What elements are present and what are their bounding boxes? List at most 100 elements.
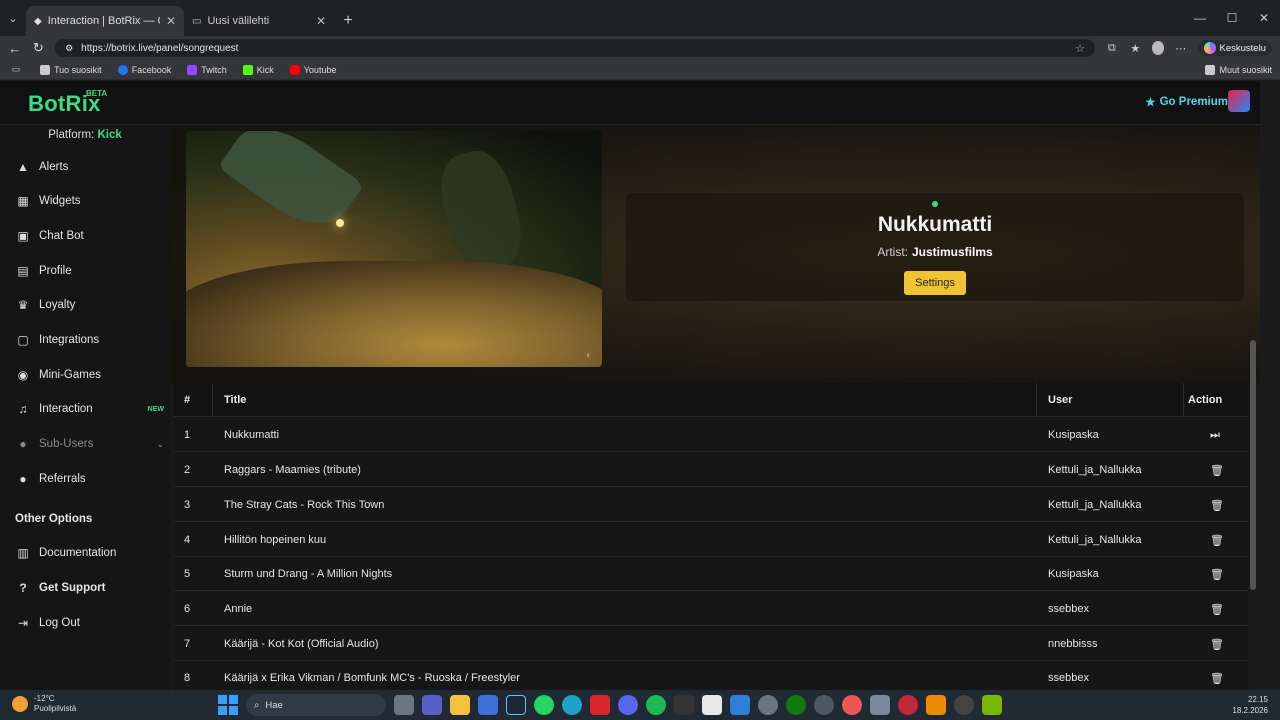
cell-number: 4 xyxy=(184,534,191,546)
video-watermark-icon: ◐ xyxy=(585,350,592,361)
sidebar-item-interaction[interactable]: ♫ Interaction NEW xyxy=(16,402,165,416)
delete-trash-icon[interactable]: 🗑 xyxy=(1210,464,1224,477)
app-l-icon[interactable] xyxy=(590,695,610,715)
folder-icon xyxy=(1205,64,1216,75)
sidebar-item-mini-games[interactable]: ◉ Mini-Games xyxy=(16,368,164,382)
go-premium-button[interactable]: ★ Go Premium xyxy=(1145,95,1228,109)
column-header-number: # xyxy=(184,394,191,406)
nvidia-icon[interactable] xyxy=(982,695,1002,715)
sidebar-item-profile[interactable]: ▤ Profile xyxy=(16,264,164,278)
grid-icon: ▦ xyxy=(17,194,29,208)
search-icon: ⌕ xyxy=(254,699,260,711)
xbox-icon[interactable] xyxy=(786,695,806,715)
sidebar-item-chat-bot[interactable]: ▣ Chat Bot xyxy=(16,229,164,243)
settings-gear-icon[interactable] xyxy=(758,695,778,715)
store-icon[interactable] xyxy=(478,695,498,715)
kick-icon xyxy=(242,64,253,75)
task-view-icon[interactable] xyxy=(394,695,414,715)
bookmark-import[interactable]: Tuo suosikit xyxy=(40,64,102,75)
tab-inactive[interactable]: ▭ Uusi välilehti ✕ xyxy=(184,6,334,36)
minimize-icon[interactable]: — xyxy=(1184,0,1216,36)
sidebar-item-loyalty[interactable]: ♛ Loyalty xyxy=(16,298,164,312)
bookmark-star-icon[interactable]: ☆ xyxy=(1075,42,1085,55)
video-player[interactable]: ◐ xyxy=(186,131,602,367)
url-field[interactable]: ⚙ https://botrix.live/panel/songrequest … xyxy=(55,39,1096,57)
sidebar-item-referrals[interactable]: ● Referrals xyxy=(16,472,164,486)
system-clock[interactable]: 22.15 18.2.2026 xyxy=(1232,694,1268,716)
gear-app-icon[interactable] xyxy=(870,695,890,715)
delete-trash-icon[interactable]: 🗑 xyxy=(1210,499,1224,512)
book-icon: ▥ xyxy=(17,546,29,560)
maximize-icon[interactable]: ☐ xyxy=(1216,0,1248,36)
tab-active[interactable]: ◆ Interaction | BotRix — Cloud ✕ xyxy=(26,6,184,36)
user-avatar[interactable] xyxy=(1228,90,1250,112)
close-tab-icon[interactable]: ✕ xyxy=(166,14,176,28)
delete-trash-icon[interactable]: 🗑 xyxy=(1210,638,1224,651)
other-bookmarks[interactable]: Muut suosikit xyxy=(1205,64,1272,75)
windows-start-icon[interactable] xyxy=(218,695,238,715)
extensions-icon[interactable]: ⧉ xyxy=(1105,42,1119,55)
sidebar-item-label: Integrations xyxy=(39,334,100,346)
delete-trash-icon[interactable]: 🗑 xyxy=(1210,534,1224,547)
back-icon[interactable]: ← xyxy=(8,41,22,56)
bookmark-twitch[interactable]: Twitch xyxy=(187,64,227,75)
cell-user: nnebbisss xyxy=(1048,638,1098,650)
settings-button[interactable]: Settings xyxy=(904,271,966,295)
reading-icon[interactable]: ▭ xyxy=(8,64,24,75)
sidebar-item-sub-users[interactable]: ● Sub-Users ⌄ xyxy=(16,437,164,451)
delete-trash-icon[interactable]: 🗑 xyxy=(1210,672,1224,685)
steam-icon[interactable] xyxy=(506,695,526,715)
delete-trash-icon[interactable]: 🗑 xyxy=(1210,568,1224,581)
artist-label: Artist: xyxy=(877,245,908,259)
video-frame-light xyxy=(336,219,344,227)
sidebar-item-label: Sub-Users xyxy=(39,438,94,450)
sidebar-item-get-support[interactable]: ? Get Support xyxy=(16,581,164,595)
cell-number: 5 xyxy=(184,568,191,580)
teams-icon[interactable] xyxy=(422,695,442,715)
table-row: 7 Käärijä - Kot Kot (Official Audio) nne… xyxy=(174,626,1248,661)
weather-widget[interactable]: -12°C Puolipilvistä xyxy=(12,694,76,714)
copilot-chat-button[interactable]: Keskustelu xyxy=(1197,40,1272,56)
sidebar-item-widgets[interactable]: ▦ Widgets xyxy=(16,194,164,208)
sidebar-item-integrations[interactable]: ▢ Integrations xyxy=(16,333,164,347)
vlc-icon[interactable] xyxy=(926,695,946,715)
address-toolbar: ← ↻ ⚙ https://botrix.live/panel/songrequ… xyxy=(0,36,1280,60)
bookmark-youtube[interactable]: Youtube xyxy=(289,64,336,75)
spotify-icon[interactable] xyxy=(646,695,666,715)
favorites-icon[interactable]: ★ xyxy=(1129,42,1143,55)
plug-icon: ▢ xyxy=(17,333,29,347)
sidebar-item-log-out[interactable]: ⇥ Log Out xyxy=(16,616,164,630)
taskbar-search[interactable]: ⌕ Hae xyxy=(246,694,386,716)
obs-icon[interactable] xyxy=(954,695,974,715)
sidebar-item-label: Widgets xyxy=(39,195,81,207)
new-tab-button[interactable]: + xyxy=(334,6,362,36)
ubisoft-icon[interactable] xyxy=(814,695,834,715)
whatsapp-icon[interactable] xyxy=(534,695,554,715)
sidebar-item-documentation[interactable]: ▥ Documentation xyxy=(16,546,164,560)
close-tab-icon[interactable]: ✕ xyxy=(316,14,326,28)
artist-line: Artist: Justimusfilms xyxy=(626,245,1244,259)
more-menu-icon[interactable]: ⋯ xyxy=(1174,42,1188,55)
site-info-icon[interactable]: ⚙ xyxy=(65,43,73,54)
now-playing-panel: ◐ Nukkumatti Artist: Justimusfilms Settin… xyxy=(170,125,1260,383)
mail-icon[interactable] xyxy=(730,695,750,715)
notepad-icon[interactable] xyxy=(702,695,722,715)
epic-games-icon[interactable] xyxy=(674,695,694,715)
reload-icon[interactable]: ↻ xyxy=(32,40,46,56)
delete-trash-icon[interactable]: 🗑 xyxy=(1210,603,1224,616)
song-queue-table: # Title User Action 1 Nukkumatti Kusipas… xyxy=(174,383,1248,690)
cell-user: Kusipaska xyxy=(1048,429,1099,441)
profile-avatar[interactable] xyxy=(1152,41,1164,55)
opera-gx-icon[interactable] xyxy=(898,695,918,715)
sidebar-item-alerts[interactable]: ▲ Alerts xyxy=(16,160,164,174)
discord-icon[interactable] xyxy=(618,695,638,715)
edge-browser-icon[interactable] xyxy=(562,695,582,715)
tab-list-chevron-icon[interactable]: ⌄ xyxy=(0,0,26,36)
skip-forward-icon[interactable]: ⏭ xyxy=(1210,429,1220,442)
bookmark-kick[interactable]: Kick xyxy=(242,64,274,75)
bookmark-facebook[interactable]: Facebook xyxy=(117,64,171,75)
file-explorer-icon[interactable] xyxy=(450,695,470,715)
ea-icon[interactable] xyxy=(842,695,862,715)
close-window-icon[interactable]: ✕ xyxy=(1248,0,1280,36)
scrollbar[interactable] xyxy=(1250,340,1256,590)
